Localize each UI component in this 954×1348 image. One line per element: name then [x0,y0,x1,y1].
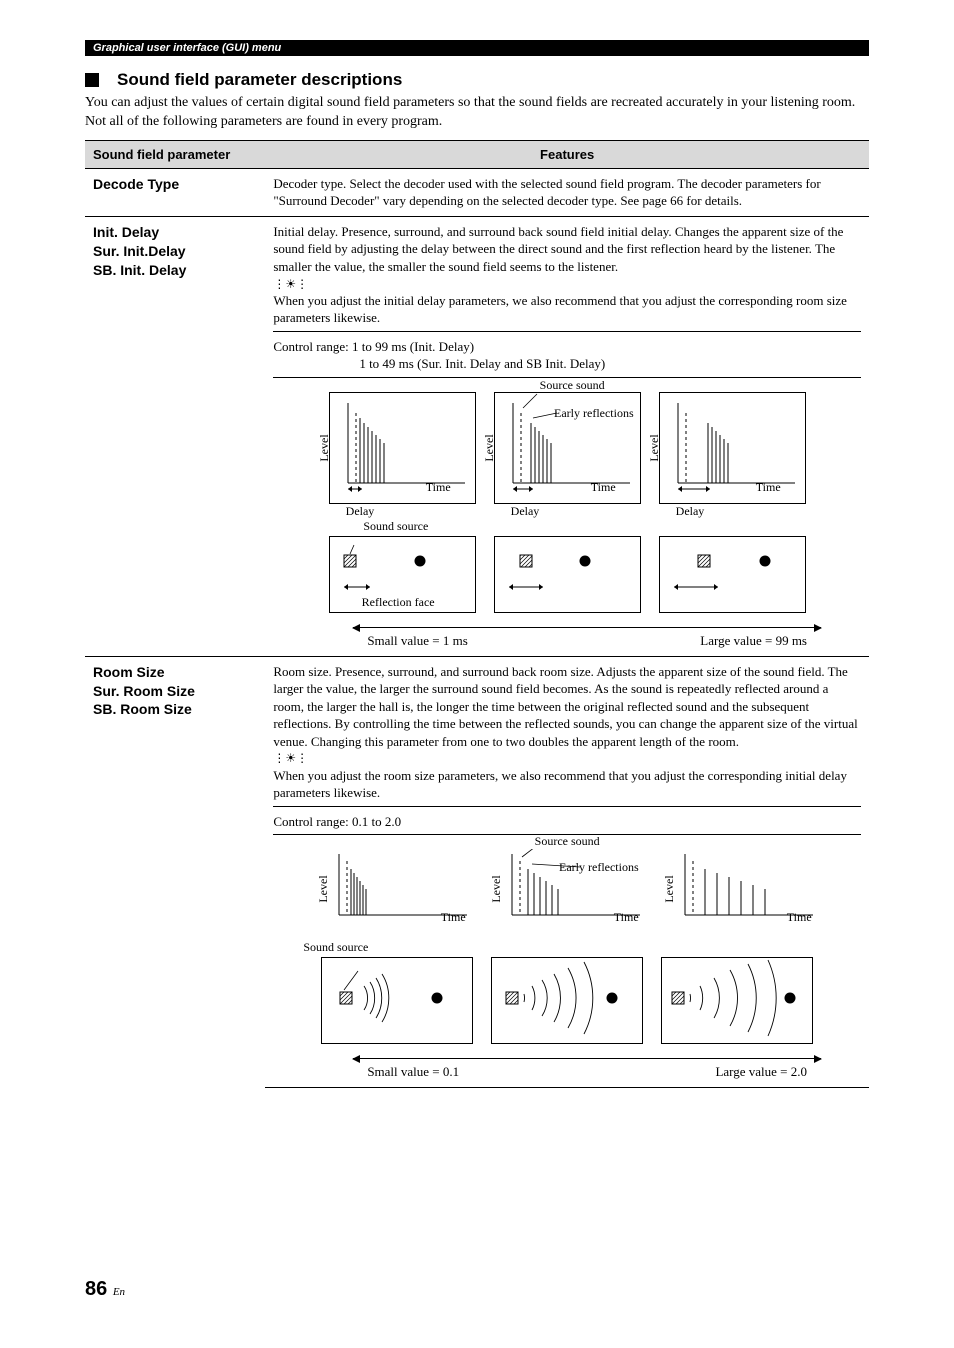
level-label: Level [646,434,662,461]
init-delay-p2: When you adjust the initial delay parame… [273,292,861,327]
room-size-name3: SB. Room Size [93,700,257,719]
init-delay-icon-2 [494,536,641,613]
time-label: Time [591,479,616,495]
level-label: Level [488,876,504,903]
init-delay-name1: Init. Delay [93,223,257,242]
level-label: Level [316,434,332,461]
room-size-icon-1 [321,957,473,1044]
init-delay-p1: Initial delay. Presence, surround, and s… [273,223,861,276]
sound-source-label: Sound source [363,518,861,534]
header-bar: Graphical user interface (GUI) menu [85,40,869,56]
early-reflections-label: Early reflections [554,407,634,420]
room-size-icon-2 [491,957,643,1044]
delay-label: Delay [346,503,375,519]
room-size-name1: Room Size [93,663,257,682]
level-label: Level [315,876,331,903]
section-title-text: Sound field parameter descriptions [117,70,402,90]
row-decode-feat: Decoder type. Select the decoder used wi… [265,168,869,216]
small-value-label: Small value = 1 ms [367,632,468,650]
level-label: Level [481,434,497,461]
hint-icon: ⋮☀⋮ [273,750,861,766]
level-label: Level [661,876,677,903]
init-delay-graph-2: Level Source sound Early reflections [494,392,641,504]
room-size-graphs: Level Time Source sound [273,849,861,929]
room-size-range: Control range: 0.1 to 2.0 [273,813,861,831]
init-delay-icon-3 [659,536,806,613]
parameter-table: Sound field parameter Features Decode Ty… [85,140,869,1088]
init-delay-graph-3: Level Time [659,392,806,504]
room-size-name2: Sur. Room Size [93,682,257,701]
section-title: Sound field parameter descriptions [85,70,869,90]
page-number-value: 86 [85,1278,107,1300]
sound-source-label: Sound source [303,939,861,955]
table-header-param: Sound field parameter [85,140,265,168]
table-header-features: Features [265,140,869,168]
time-label: Time [756,479,781,495]
small-value-label: Small value = 0.1 [367,1063,459,1081]
init-delay-range2: 1 to 49 ms (Sur. Init. Delay and SB Init… [359,355,861,373]
init-delay-graph-1: Level [329,392,476,504]
time-label: Time [426,479,451,495]
delay-label: Delay [511,503,540,519]
room-size-icons [273,957,861,1044]
row-roomsize-name: Room Size Sur. Room Size SB. Room Size [85,656,265,1087]
time-label: Time [441,909,466,925]
large-value-label: Large value = 99 ms [700,632,807,650]
init-delay-icon-1: Reflection face [329,536,476,613]
room-size-graph-3: Level Time [663,849,818,929]
hint-icon: ⋮☀⋮ [273,276,861,292]
square-bullet-icon [85,73,99,87]
room-size-icon-3 [661,957,813,1044]
room-size-p2: When you adjust the room size parameters… [273,767,861,802]
init-delay-name2: Sur. Init.Delay [93,242,257,261]
delay-label: Delay [676,503,705,519]
room-size-range-arrow [343,1058,831,1059]
page-lang: En [113,1286,125,1298]
init-delay-range-arrow [343,627,831,628]
row-initdelay-name: Init. Delay Sur. Init.Delay SB. Init. De… [85,216,265,655]
row-decode-name: Decode Type [85,168,265,216]
room-size-graph-1: Level Time [317,849,472,929]
room-size-p1: Room size. Presence, surround, and surro… [273,663,861,751]
intro-text: You can adjust the values of certain dig… [85,94,869,132]
source-sound-label: Source sound [540,377,605,393]
row-roomsize-feat: Room size. Presence, surround, and surro… [265,656,869,1087]
reflection-face-label: Reflection face [362,594,435,610]
early-reflections-label: Early reflections [559,861,639,874]
source-sound-label: Source sound [535,833,600,849]
time-label: Time [787,909,812,925]
init-delay-name3: SB. Init. Delay [93,261,257,280]
time-label: Time [614,909,639,925]
page-number: 86 En [85,1278,869,1301]
init-delay-range1: Control range: 1 to 99 ms (Init. Delay) [273,338,861,356]
init-delay-graphs: Level [273,392,861,504]
init-delay-icons: Reflection face [273,536,861,613]
room-size-graph-2: Source sound Early reflections Level [490,849,645,929]
row-initdelay-feat: Initial delay. Presence, surround, and s… [265,216,869,655]
large-value-label: Large value = 2.0 [715,1063,807,1081]
